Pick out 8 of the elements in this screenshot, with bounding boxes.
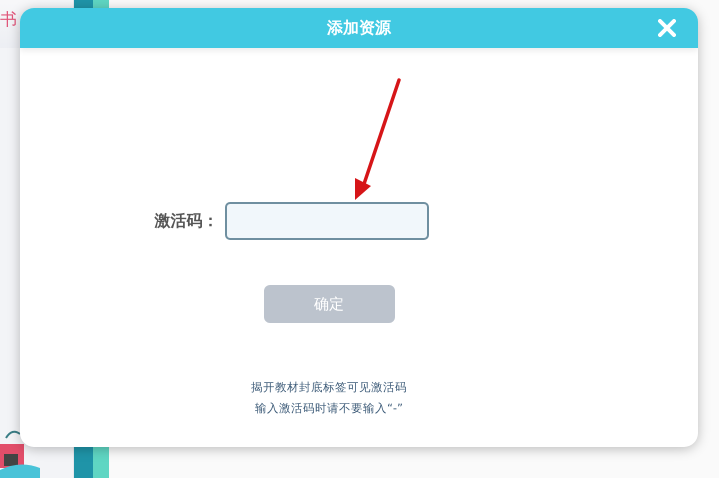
dialog-title: 添加资源 bbox=[327, 18, 391, 38]
close-button[interactable] bbox=[658, 19, 676, 37]
field-label: 激活码： bbox=[154, 210, 218, 232]
close-icon bbox=[658, 19, 676, 37]
shelf-label[interactable]: 书 bbox=[0, 8, 17, 31]
hint-text: 揭开教材封底标签可见激活码 bbox=[251, 380, 407, 395]
hint-text: 输入激活码时请不要输入“-” bbox=[254, 401, 404, 416]
activation-code-field[interactable] bbox=[224, 202, 428, 240]
